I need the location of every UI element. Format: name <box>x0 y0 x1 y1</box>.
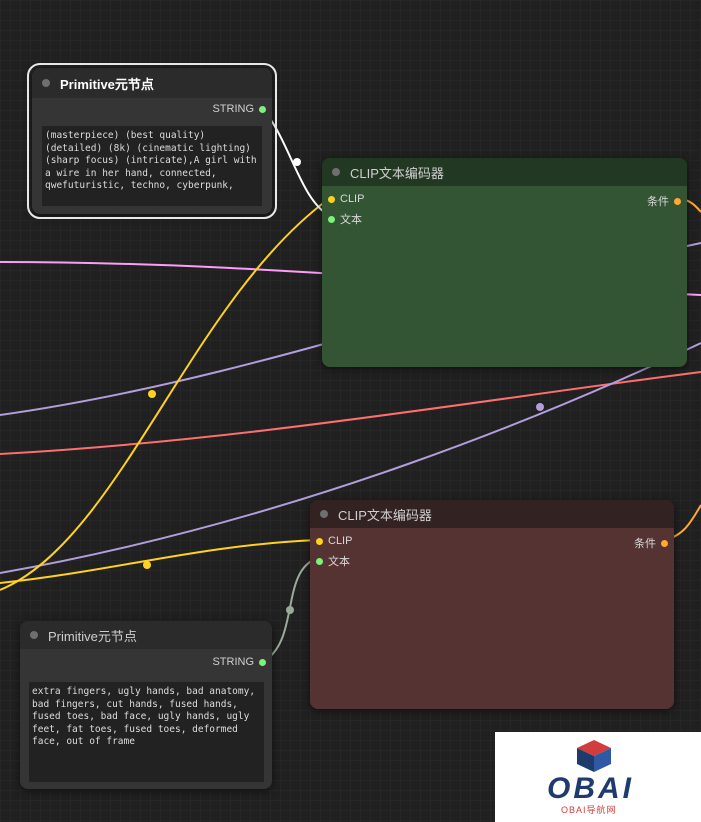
input-label: CLIP <box>340 193 365 205</box>
node-title: Primitive元节点 <box>48 628 137 644</box>
conditioning-output-row: 条件 <box>634 535 668 551</box>
input-label: 文本 <box>340 214 362 226</box>
clip-wire-positive-reroute[interactable] <box>148 390 156 398</box>
string-output-slot[interactable] <box>259 105 266 113</box>
cube-logo-icon <box>577 740 611 772</box>
watermark-logo: OBAI OBAI导航网 <box>495 732 701 822</box>
clip-input-row: CLIP <box>328 193 364 205</box>
output-label: STRING <box>212 656 254 668</box>
output-label: 条件 <box>647 196 669 208</box>
clip-input-slot[interactable] <box>316 537 323 545</box>
positive-prompt-textarea[interactable]: (masterpiece) (best quality) (detailed) … <box>42 126 262 206</box>
clip-text-encode-positive[interactable]: CLIP文本编码器 CLIP 文本 条件 <box>322 158 687 367</box>
text-input-row: 文本 <box>328 211 362 227</box>
text-input-row: 文本 <box>316 553 350 569</box>
negative-prompt-textarea[interactable]: extra fingers, ugly hands, bad anatomy, … <box>29 682 264 782</box>
clip-input-row: CLIP <box>316 535 352 547</box>
output-string-row: STRING <box>212 103 266 115</box>
text-input-slot[interactable] <box>328 215 335 223</box>
string-wire-negative-reroute[interactable] <box>286 606 294 614</box>
logo-text: OBAI <box>547 772 634 805</box>
output-label: STRING <box>212 103 254 115</box>
conditioning-output-slot[interactable] <box>661 539 668 547</box>
clip-input-slot[interactable] <box>328 195 335 203</box>
clip-wire-positive <box>0 197 331 591</box>
conditioning-output-slot[interactable] <box>674 197 681 205</box>
clip-text-encode-negative[interactable]: CLIP文本编码器 CLIP 文本 条件 <box>310 500 674 709</box>
node-title: CLIP文本编码器 <box>338 507 432 523</box>
primitive-node-negative[interactable]: Primitive元节点 STRING extra fingers, ugly … <box>20 621 272 789</box>
vae-wire <box>0 371 701 455</box>
input-label: 文本 <box>328 556 350 568</box>
string-wire-positive-reroute[interactable] <box>293 158 301 166</box>
node-title: Primitive元节点 <box>60 76 154 92</box>
input-label: CLIP <box>328 535 353 547</box>
string-output-slot[interactable] <box>259 658 266 666</box>
primitive-node-positive-header[interactable]: Primitive元节点 <box>32 68 272 98</box>
model-wire-reroute[interactable] <box>536 403 544 411</box>
string-wire-positive <box>261 107 331 217</box>
text-input-slot[interactable] <box>316 557 323 565</box>
clip-wire-negative <box>0 539 319 584</box>
conditioning-output-row: 条件 <box>647 193 681 209</box>
output-string-row: STRING <box>212 656 266 668</box>
clip-positive-header[interactable]: CLIP文本编码器 <box>322 158 687 186</box>
logo-subtitle: OBAI导航网 <box>561 805 617 815</box>
clip-negative-header[interactable]: CLIP文本编码器 <box>310 500 674 528</box>
clip-wire-negative-reroute[interactable] <box>143 561 151 569</box>
collapse-dot-icon[interactable] <box>320 510 328 518</box>
collapse-dot-icon[interactable] <box>30 631 38 639</box>
collapse-dot-icon[interactable] <box>42 79 50 87</box>
primitive-node-negative-header[interactable]: Primitive元节点 <box>20 621 272 649</box>
collapse-dot-icon[interactable] <box>332 168 340 176</box>
node-title: CLIP文本编码器 <box>350 165 444 181</box>
output-label: 条件 <box>634 538 656 550</box>
primitive-node-positive[interactable]: Primitive元节点 STRING (masterpiece) (best … <box>27 63 277 219</box>
